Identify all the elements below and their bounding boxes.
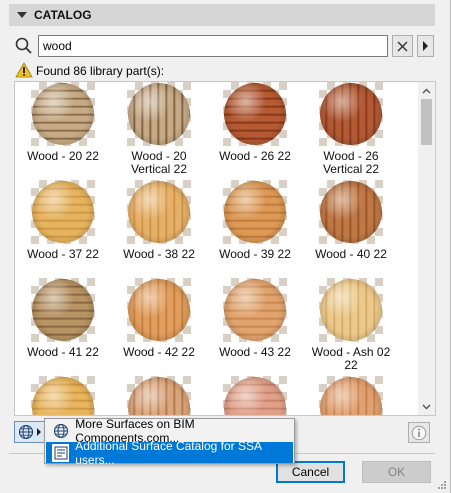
surface-sphere: [320, 279, 382, 341]
surface-sphere: [32, 181, 94, 243]
menu-item-ssa-catalog[interactable]: Additional Surface Catalog for SSA users…: [46, 439, 293, 467]
surface-label: Wood - Ash 02 22: [311, 345, 391, 372]
surface-label: Wood - 26 22: [219, 149, 291, 163]
surface-thumbnail: [319, 180, 383, 244]
surface-label: Wood - 39 22: [219, 247, 291, 261]
surface-sphere: [224, 279, 286, 341]
clear-search-button[interactable]: [392, 35, 413, 57]
surface-thumbnail: [31, 278, 95, 342]
menu-item-label: Additional Surface Catalog for SSA users…: [75, 438, 262, 467]
info-button[interactable]: [408, 422, 430, 443]
scrollbar-thumb[interactable]: [421, 99, 432, 145]
surface-thumbnail: [31, 180, 95, 244]
surface-sphere: [128, 83, 190, 145]
globe-icon: [52, 422, 69, 440]
surface-label: Wood - 20 Vertical 22: [130, 149, 188, 176]
surface-thumbnail: [319, 376, 383, 415]
surface-tile[interactable]: Wood - 26 Vertical 22: [303, 82, 399, 180]
surface-label: Wood - 40 22: [315, 247, 387, 261]
surface-thumbnail: [223, 180, 287, 244]
surface-sphere: [128, 181, 190, 243]
surface-label: Wood - 37 22: [27, 247, 99, 261]
surface-tile[interactable]: Wood - 40 22: [303, 180, 399, 278]
surface-catalog-dialog: CATALOG Found 86 library part(s): Wood -…: [0, 0, 451, 493]
catalog-icon: [52, 443, 70, 462]
surface-tile[interactable]: Wood - 42 22: [111, 278, 207, 376]
close-icon: [397, 41, 408, 51]
surface-tile[interactable]: [15, 376, 111, 415]
surface-label: Wood - 43 22: [219, 345, 291, 359]
surface-thumbnail: [319, 278, 383, 342]
online-catalog-menu: More Surfaces on BIM Components.com... A…: [44, 417, 295, 467]
surface-sphere: [128, 279, 190, 341]
surface-tile[interactable]: [303, 376, 399, 415]
surface-label: Wood - 26 Vertical 22: [322, 149, 380, 176]
surface-tile[interactable]: Wood - 37 22: [15, 180, 111, 278]
surface-sphere: [224, 181, 286, 243]
surface-tile[interactable]: Wood - 20 Vertical 22: [111, 82, 207, 180]
surface-sphere: [320, 377, 382, 415]
surface-thumbnail: [223, 82, 287, 146]
surface-label: Wood - 38 22: [123, 247, 195, 261]
catalog-section-header[interactable]: CATALOG: [9, 4, 435, 26]
surface-thumbnail: [31, 376, 95, 415]
surface-grid: Wood - 20 22 Wood - 20 Vertical 22 Wood - …: [15, 82, 418, 415]
scroll-down-button[interactable]: [418, 398, 435, 415]
surface-thumbnail: [319, 82, 383, 146]
surface-tile[interactable]: [111, 376, 207, 415]
section-title: CATALOG: [34, 8, 92, 22]
surface-label: Wood - 41 22: [27, 345, 99, 359]
results-list: Wood - 20 22 Wood - 20 Vertical 22 Wood - …: [14, 81, 436, 416]
surface-thumbnail: [223, 278, 287, 342]
collapse-triangle-icon[interactable]: [17, 12, 27, 18]
chevron-down-icon: [422, 404, 431, 409]
info-icon: [411, 425, 427, 440]
surface-sphere: [224, 83, 286, 145]
surface-sphere: [32, 279, 94, 341]
scroll-up-button[interactable]: [418, 82, 435, 99]
ok-button[interactable]: OK: [362, 461, 431, 483]
chevron-right-icon: [423, 41, 428, 51]
chevron-right-icon: [37, 428, 41, 436]
surface-tile[interactable]: Wood - 38 22: [111, 180, 207, 278]
search-options-button[interactable]: [417, 35, 434, 57]
online-catalog-button[interactable]: [14, 421, 46, 443]
surface-thumbnail: [223, 376, 287, 415]
surface-thumbnail: [127, 82, 191, 146]
surface-thumbnail: [127, 376, 191, 415]
globe-icon: [18, 424, 34, 440]
surface-sphere: [320, 83, 382, 145]
surface-sphere: [32, 83, 94, 145]
surface-sphere: [32, 377, 94, 415]
vertical-scrollbar[interactable]: [418, 82, 435, 415]
surface-label: Wood - 20 22: [27, 149, 99, 163]
surface-tile[interactable]: Wood - 41 22: [15, 278, 111, 376]
search-input[interactable]: [38, 35, 388, 57]
warning-icon: [15, 62, 33, 78]
surface-tile[interactable]: Wood - 20 22: [15, 82, 111, 180]
surface-label: Wood - 42 22: [123, 345, 195, 359]
surface-sphere: [224, 377, 286, 415]
search-icon: [15, 37, 32, 54]
surface-thumbnail: [127, 180, 191, 244]
chevron-up-icon: [422, 88, 431, 93]
surface-thumbnail: [127, 278, 191, 342]
surface-thumbnail: [31, 82, 95, 146]
surface-sphere: [320, 181, 382, 243]
surface-tile[interactable]: Wood - 43 22: [207, 278, 303, 376]
surface-sphere: [128, 377, 190, 415]
surface-tile[interactable]: Wood - 26 22: [207, 82, 303, 180]
surface-tile[interactable]: Wood - 39 22: [207, 180, 303, 278]
resize-grip-icon[interactable]: [437, 480, 447, 490]
surface-tile[interactable]: Wood - Ash 02 22: [303, 278, 399, 376]
results-count-text: Found 86 library part(s):: [36, 64, 165, 78]
surface-tile[interactable]: [207, 376, 303, 415]
